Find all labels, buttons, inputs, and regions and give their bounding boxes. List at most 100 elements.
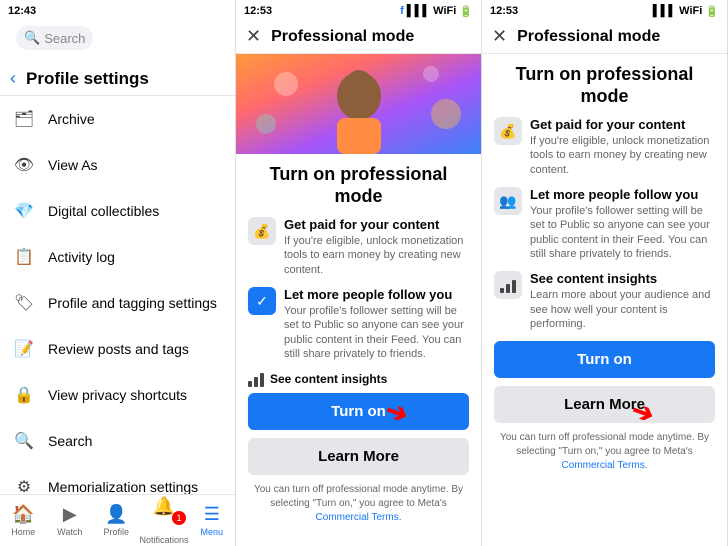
feature-desc-follow-2: Your profile's follower setting will be … bbox=[284, 304, 469, 361]
hero-image-2 bbox=[236, 54, 481, 154]
feature-title-follow-2: Let more people follow you bbox=[284, 287, 469, 302]
pro-mode-title-3: Turn on professional mode bbox=[494, 64, 715, 107]
disclaimer-text-3: You can turn off professional mode anyti… bbox=[500, 432, 709, 457]
menu-item-review-posts[interactable]: 📝 Review posts and tags bbox=[0, 326, 235, 372]
menu-icon: ☰ bbox=[204, 504, 220, 525]
notification-badge: 1 bbox=[172, 511, 186, 525]
disclaimer-2: You can turn off professional mode anyti… bbox=[248, 483, 469, 525]
feature-text-follow-3: Let more people follow you Your profile'… bbox=[530, 187, 715, 261]
get-paid-icon-3: 💰 bbox=[494, 117, 522, 145]
feature-insights-partial-2: See content insights bbox=[248, 371, 469, 387]
feature-get-paid-3: 💰 Get paid for your content If you're el… bbox=[494, 117, 715, 177]
feature-text-insights-3: See content insights Learn more about yo… bbox=[530, 271, 715, 331]
back-arrow-icon[interactable]: ‹ bbox=[10, 68, 16, 89]
turn-on-button-2[interactable]: Turn on bbox=[248, 393, 469, 430]
nav-home-label: Home bbox=[11, 527, 35, 537]
digital-collectibles-icon: 💎 bbox=[10, 197, 38, 225]
search-icon: 🔍 bbox=[24, 30, 40, 46]
view-as-icon: 👁 bbox=[10, 151, 38, 179]
nav-menu[interactable]: ☰ Menu bbox=[189, 495, 236, 546]
profile-settings-panel: 12:43 🔍 Search ‹ Profile settings 🗂 Arch… bbox=[0, 0, 236, 546]
feature-text-get-paid-2: Get paid for your content If you're elig… bbox=[284, 217, 469, 277]
professional-mode-panel-3: 12:53 ▌▌▌ WiFi 🔋 ✕ Professional mode Tur… bbox=[482, 0, 728, 546]
bar1 bbox=[248, 381, 252, 387]
feature-title-follow-3: Let more people follow you bbox=[530, 187, 715, 202]
time-3: 12:53 bbox=[490, 5, 518, 17]
follow-icon-3: 👥 bbox=[494, 187, 522, 215]
menu-item-activity-log[interactable]: 📋 Activity log bbox=[0, 234, 235, 280]
insights-label-2: See content insights bbox=[270, 372, 387, 386]
nav-watch-label: Watch bbox=[57, 527, 82, 537]
nav-profile-label: Profile bbox=[103, 527, 129, 537]
commercial-terms-link-2[interactable]: Commercial Terms. bbox=[316, 512, 402, 523]
fb-icon: f bbox=[400, 5, 404, 17]
battery-icon-3: 🔋 bbox=[705, 5, 719, 18]
panel-1-title: Profile settings bbox=[26, 69, 149, 89]
learn-more-button-3[interactable]: Learn More bbox=[494, 386, 715, 423]
menu-label-review-posts: Review posts and tags bbox=[48, 341, 189, 357]
profile-tagging-icon: 🏷 bbox=[10, 289, 38, 317]
bar1-3 bbox=[500, 288, 504, 293]
menu-label-profile-tagging: Profile and tagging settings bbox=[48, 295, 217, 311]
professional-mode-panel-2-wrapper: 12:53 f ▌▌▌ WiFi 🔋 ✕ Professional mode bbox=[236, 0, 482, 546]
pro-mode-content-3: Turn on professional mode 💰 Get paid for… bbox=[482, 54, 727, 546]
feature-desc-get-paid-3: If you're eligible, unlock monetization … bbox=[530, 134, 715, 177]
menu-label-digital-collectibles: Digital collectibles bbox=[48, 203, 159, 219]
feature-desc-insights-3: Learn more about your audience and see h… bbox=[530, 288, 715, 331]
status-icons-3: ▌▌▌ WiFi 🔋 bbox=[653, 5, 719, 18]
panel-2-title: Professional mode bbox=[271, 28, 414, 46]
menu-item-search[interactable]: 🔍 Search bbox=[0, 418, 235, 464]
menu-item-privacy-shortcuts[interactable]: 🔒 View privacy shortcuts bbox=[0, 372, 235, 418]
nav-notifications[interactable]: 🔔 1 Notifications bbox=[140, 495, 189, 546]
menu-label-view-as: View As bbox=[48, 157, 98, 173]
nav-watch[interactable]: ▶ Watch bbox=[47, 495, 94, 546]
menu-label-activity-log: Activity log bbox=[48, 249, 115, 265]
bars-icon-2 bbox=[248, 371, 264, 387]
wifi-icon: WiFi bbox=[433, 5, 456, 17]
archive-icon: 🗂 bbox=[10, 105, 38, 133]
profile-icon: 👤 bbox=[105, 504, 127, 525]
bar3-3 bbox=[512, 280, 516, 293]
menu-label-search: Search bbox=[48, 433, 92, 449]
disclaimer-3: You can turn off professional mode anyti… bbox=[494, 431, 715, 473]
close-button-3[interactable]: ✕ bbox=[492, 26, 507, 47]
menu-item-archive[interactable]: 🗂 Archive bbox=[0, 96, 235, 142]
feature-desc-follow-3: Your profile's follower setting will be … bbox=[530, 204, 715, 261]
menu-item-view-as[interactable]: 👁 View As bbox=[0, 142, 235, 188]
panel-3-header: ✕ Professional mode bbox=[482, 22, 727, 54]
panel-2-header: ✕ Professional mode bbox=[236, 22, 481, 54]
learn-more-button-2[interactable]: Learn More bbox=[248, 438, 469, 475]
nav-profile[interactable]: 👤 Profile bbox=[93, 495, 140, 546]
bar2-3 bbox=[506, 284, 510, 293]
privacy-shortcuts-icon: 🔒 bbox=[10, 381, 38, 409]
battery-icon: 🔋 bbox=[459, 5, 473, 18]
menu-item-memorialization[interactable]: ⚙ Memorialization settings bbox=[0, 464, 235, 494]
feature-title-insights-3: See content insights bbox=[530, 271, 715, 286]
status-icons-2: f ▌▌▌ WiFi 🔋 bbox=[400, 5, 473, 18]
search-bar[interactable]: 🔍 Search bbox=[16, 26, 93, 50]
feature-desc-get-paid-2: If you're eligible, unlock monetization … bbox=[284, 234, 469, 277]
home-icon: 🏠 bbox=[12, 504, 34, 525]
follow-icon-2: ✓ bbox=[248, 287, 276, 315]
status-bar-1: 12:43 bbox=[0, 0, 235, 22]
professional-mode-panel-2: 12:53 f ▌▌▌ WiFi 🔋 ✕ Professional mode bbox=[236, 0, 482, 546]
get-paid-icon-2: 💰 bbox=[248, 217, 276, 245]
turn-on-button-3[interactable]: Turn on bbox=[494, 341, 715, 378]
commercial-terms-link-3[interactable]: Commercial Terms. bbox=[562, 460, 648, 471]
activity-log-icon: 📋 bbox=[10, 243, 38, 271]
insights-icon-3 bbox=[494, 271, 522, 299]
menu-label-memorialization: Memorialization settings bbox=[48, 479, 198, 494]
feature-text-follow-2: Let more people follow you Your profile'… bbox=[284, 287, 469, 361]
panel-1-header: ‹ Profile settings bbox=[0, 62, 235, 96]
menu-item-digital-collectibles[interactable]: 💎 Digital collectibles bbox=[0, 188, 235, 234]
panel-3-title: Professional mode bbox=[517, 28, 660, 46]
pro-mode-title-2: Turn on professional mode bbox=[248, 164, 469, 207]
status-bar-3: 12:53 ▌▌▌ WiFi 🔋 bbox=[482, 0, 727, 22]
close-button-2[interactable]: ✕ bbox=[246, 26, 261, 47]
disclaimer-text-2: You can turn off professional mode anyti… bbox=[254, 484, 463, 509]
menu-item-profile-tagging[interactable]: 🏷 Profile and tagging settings bbox=[0, 280, 235, 326]
nav-home[interactable]: 🏠 Home bbox=[0, 495, 47, 546]
pro-mode-content-2: Turn on professional mode 💰 Get paid for… bbox=[236, 154, 481, 546]
bars-icon-3 bbox=[500, 277, 516, 293]
signal-icon-3: ▌▌▌ bbox=[653, 5, 676, 17]
